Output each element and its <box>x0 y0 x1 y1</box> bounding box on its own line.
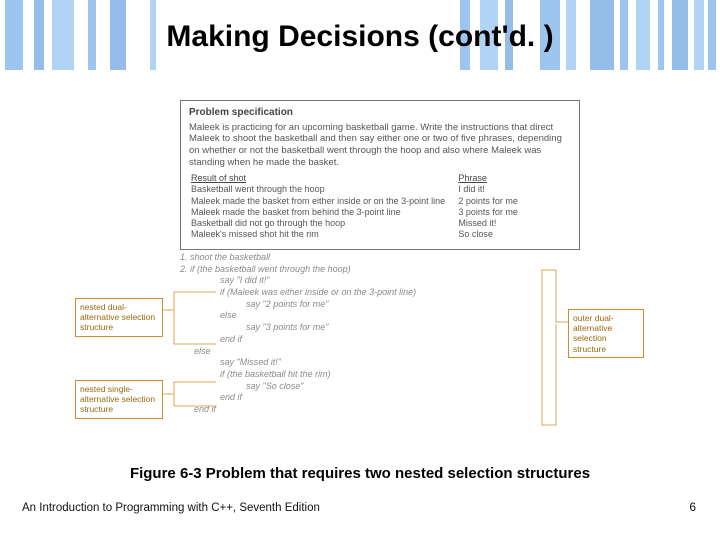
figure-container: Problem specification Maleek is practici… <box>90 100 650 450</box>
pseudo-line: say "So close" <box>180 381 580 393</box>
spec-col-right: Phrase <box>456 173 571 184</box>
pseudocode-block: 1. shoot the basketball2. if (the basket… <box>180 252 580 416</box>
table-row: Basketball went through the hoopI did it… <box>189 184 571 195</box>
page-title: Making Decisions (cont'd. ) <box>0 20 720 54</box>
table-row: Maleek made the basket from behind the 3… <box>189 207 571 218</box>
table-row: Basketball did not go through the hoopMi… <box>189 218 571 229</box>
pseudo-line: else <box>180 346 580 358</box>
annotation-outer-dual: outer dual-alternative selection structu… <box>568 309 644 358</box>
spec-body: Maleek is practicing for an upcoming bas… <box>189 122 571 170</box>
pseudo-line: end if <box>180 392 580 404</box>
pseudo-line: end if <box>180 334 580 346</box>
spec-table: Result of shot Phrase Basketball went th… <box>189 173 571 241</box>
problem-spec-box: Problem specification Maleek is practici… <box>180 100 580 250</box>
table-row: Maleek's missed shot hit the rimSo close <box>189 229 571 240</box>
pseudo-line: say "Missed it!" <box>180 357 580 369</box>
annotation-nested-dual: nested dual-alternative selection struct… <box>75 298 163 337</box>
spec-heading: Problem specification <box>189 107 571 120</box>
page-number: 6 <box>689 500 696 514</box>
spec-col-left: Result of shot <box>189 173 456 184</box>
pseudo-line: 1. shoot the basketball <box>180 252 580 264</box>
figure-caption: Figure 6-3 Problem that requires two nes… <box>0 465 720 482</box>
pseudo-line: say "3 points for me" <box>180 322 580 334</box>
annotation-nested-single: nested single-alternative selection stru… <box>75 380 163 419</box>
table-row: Maleek made the basket from either insid… <box>189 196 571 207</box>
pseudo-line: if (Maleek was either inside or on the 3… <box>180 287 580 299</box>
pseudo-line: 2. if (the basketball went through the h… <box>180 264 580 276</box>
pseudo-line: end if <box>180 404 580 416</box>
pseudo-line: else <box>180 310 580 322</box>
footer-book-title: An Introduction to Programming with C++,… <box>22 502 320 514</box>
pseudo-line: say "2 points for me" <box>180 299 580 311</box>
slide: Making Decisions (cont'd. ) Problem spec… <box>0 0 720 540</box>
pseudo-line: if (the basketball hit the rim) <box>180 369 580 381</box>
pseudo-line: say "I did it!" <box>180 275 580 287</box>
